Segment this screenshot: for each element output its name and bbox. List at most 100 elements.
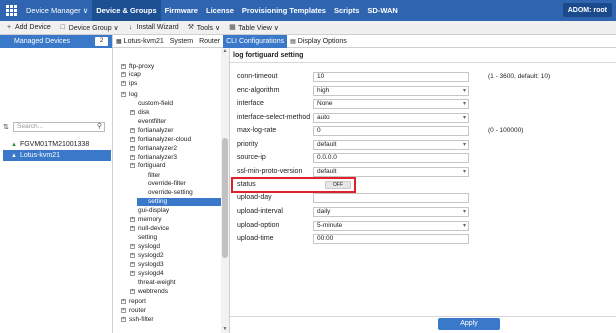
device-groups-tab[interactable]: Device & Groups — [92, 0, 161, 21]
interface-select[interactable]: None — [313, 99, 469, 109]
tab-device-dashboard[interactable]: ▦ Lotus-kvm21 — [113, 35, 167, 48]
expand-icon[interactable]: + — [130, 109, 135, 115]
install-wizard-button[interactable]: ↓ Install Wizard — [128, 24, 179, 32]
field-upload-time: upload-time 00:00 — [230, 234, 616, 244]
expand-icon[interactable]: + — [121, 91, 126, 97]
firmware-tab[interactable]: Firmware — [161, 0, 202, 21]
expand-icon[interactable]: + — [121, 80, 126, 86]
interface-select-method-select[interactable]: auto — [313, 113, 469, 123]
enc-algorithm-select[interactable]: high — [313, 86, 469, 96]
ssl-min-proto-version-select[interactable]: default — [313, 167, 469, 177]
expand-icon[interactable]: + — [121, 307, 126, 313]
provisioning-templates-tab[interactable]: Provisioning Templates — [238, 0, 330, 21]
tree-item[interactable]: + icap — [121, 71, 141, 79]
expand-icon[interactable]: + — [121, 298, 126, 304]
tree-item[interactable]: + ips — [121, 80, 137, 88]
field-interface: interface None — [230, 99, 616, 109]
adom-selector[interactable]: ADOM: root — [562, 3, 612, 17]
expand-icon[interactable]: + — [130, 145, 135, 151]
expand-icon[interactable]: + — [130, 270, 135, 276]
tree-item[interactable]: + syslogd3 — [130, 261, 164, 269]
expand-icon[interactable]: + — [130, 127, 135, 133]
upload-interval-select[interactable]: daily — [313, 207, 469, 217]
license-tab[interactable]: License — [202, 0, 238, 21]
scripts-tab[interactable]: Scripts — [330, 0, 363, 21]
device-item-selected[interactable]: ▲ Lotus-kvm21 — [3, 150, 111, 161]
tree-item[interactable]: + webtrends — [130, 288, 168, 296]
tab-display-options[interactable]: ▤ Display Options — [287, 35, 350, 48]
expand-icon[interactable]: + — [130, 261, 135, 267]
tree-item[interactable]: + router — [121, 307, 146, 315]
source-ip-input[interactable]: 0.0.0.0 — [313, 153, 469, 163]
tree-item-label: syslogd4 — [138, 270, 164, 277]
tab-cli-configurations[interactable]: CLI Configurations — [223, 34, 288, 48]
expand-icon[interactable]: + — [130, 225, 135, 231]
sd-wan-tab[interactable]: SD-WAN — [363, 0, 401, 21]
tree-item[interactable]: filter — [140, 172, 160, 180]
tree-item[interactable]: + fortianalyzer — [130, 127, 173, 135]
tree-item[interactable]: override-filter — [140, 180, 186, 188]
tree-item[interactable]: + fortiguard — [130, 162, 165, 170]
tree-item[interactable]: + null-device — [130, 225, 169, 233]
expand-icon[interactable]: + — [121, 71, 126, 77]
tree-item[interactable]: + memory — [130, 216, 161, 224]
expand-icon[interactable]: + — [130, 136, 135, 142]
expand-icon[interactable]: + — [130, 216, 135, 222]
scroll-thumb[interactable] — [222, 138, 228, 258]
sort-icon[interactable]: ⇅ — [3, 123, 13, 131]
field-upload-day: upload-day — [230, 193, 616, 203]
device-manager-menu[interactable]: Device Manager ∨ — [22, 0, 92, 21]
scroll-up-icon[interactable]: ▲ — [221, 48, 229, 55]
tree-item[interactable]: + syslogd2 — [130, 252, 164, 260]
tree-item[interactable]: threat-weight — [130, 279, 176, 287]
expand-icon[interactable]: + — [130, 162, 135, 168]
upload-time-input[interactable]: 00:00 — [313, 234, 469, 244]
upload-day-input[interactable] — [313, 193, 469, 203]
tree-item[interactable]: + fortianalyzer2 — [130, 145, 177, 153]
max-log-rate-input[interactable]: 0 — [313, 126, 469, 136]
managed-devices-row[interactable]: Managed Devices 2 — [0, 35, 112, 48]
apply-button[interactable]: Apply — [438, 318, 500, 330]
device-search-input[interactable]: Search... ⚲ — [13, 121, 105, 132]
device-item[interactable]: ▲ FGVM01TM21001338 — [3, 139, 111, 150]
expand-icon[interactable]: + — [130, 154, 135, 160]
table-view-button[interactable]: ▦ Table View ∨ — [229, 24, 279, 32]
tree-item[interactable]: + log — [121, 91, 138, 99]
field-label: priority — [237, 141, 259, 148]
expand-icon[interactable]: + — [121, 63, 126, 69]
expand-icon[interactable]: + — [121, 316, 126, 322]
expand-icon[interactable]: + — [130, 288, 135, 294]
tree-item[interactable]: + fortianalyzer3 — [130, 154, 177, 162]
tree-item-label: override-setting — [148, 189, 193, 196]
fortinet-logo-icon[interactable] — [0, 0, 22, 21]
field-source-ip: source-ip 0.0.0.0 — [230, 153, 616, 163]
tree-item[interactable]: eventfilter — [130, 118, 166, 126]
expand-icon[interactable]: + — [130, 252, 135, 258]
tree-item[interactable]: override-setting — [140, 189, 193, 197]
tree-scrollbar[interactable]: ▲ ▼ — [221, 48, 229, 333]
tree-item[interactable]: + report — [121, 298, 146, 306]
tree-item[interactable]: gui-display — [130, 207, 169, 215]
tree-item[interactable]: setting — [137, 198, 229, 206]
upload-option-select[interactable]: 5-minute — [313, 221, 469, 231]
expand-icon[interactable]: + — [130, 243, 135, 249]
priority-select[interactable]: default — [313, 140, 469, 150]
tree-item[interactable]: + ftp-proxy — [121, 63, 154, 71]
tree-item[interactable]: + ssh-filter — [121, 316, 154, 324]
device-group-button[interactable]: □ Device Group ∨ — [60, 24, 119, 32]
tree-item[interactable]: + syslogd — [130, 243, 160, 251]
tree-item-label: threat-weight — [138, 279, 176, 286]
tree-item[interactable]: + disk — [130, 109, 150, 117]
add-device-button[interactable]: + Add Device — [6, 24, 51, 32]
tab-router[interactable]: Router — [196, 35, 223, 48]
search-icon[interactable]: ⚲ — [97, 123, 102, 131]
conn-timeout-input[interactable]: 10 — [313, 72, 469, 82]
tools-button[interactable]: ⚒ Tools ∨ — [188, 24, 220, 32]
tree-item[interactable]: + syslogd4 — [130, 270, 164, 278]
tab-system[interactable]: System — [167, 35, 196, 48]
tree-item-label: icap — [129, 71, 141, 78]
scroll-down-icon[interactable]: ▼ — [221, 326, 229, 333]
tree-item[interactable]: custom-field — [130, 100, 173, 108]
tree-item[interactable]: setting — [130, 234, 157, 242]
tree-item[interactable]: + fortianalyzer-cloud — [130, 136, 191, 144]
